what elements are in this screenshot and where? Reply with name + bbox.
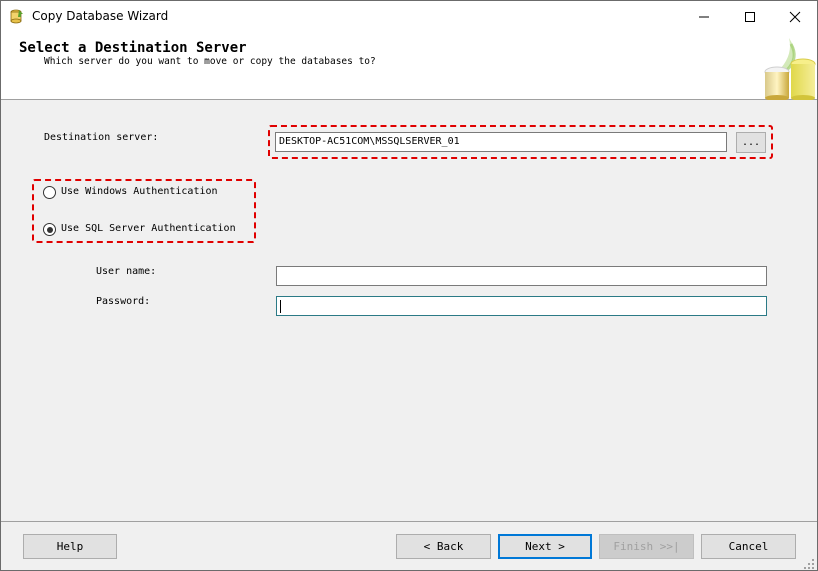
username-label: User name: <box>96 266 157 277</box>
cancel-button[interactable]: Cancel <box>701 534 796 559</box>
wizard-app-icon <box>9 8 25 24</box>
text-caret <box>280 300 281 313</box>
window-title: Copy Database Wizard <box>32 9 169 23</box>
title-bar: Copy Database Wizard <box>1 1 817 32</box>
auth-highlight-box <box>32 179 256 243</box>
wizard-header: Select a Destination Server Which server… <box>1 32 817 100</box>
close-icon <box>789 11 801 22</box>
finish-button: Finish >>| <box>599 534 694 559</box>
username-input[interactable] <box>276 266 767 286</box>
password-label: Password: <box>96 296 151 307</box>
database-graphic-icon <box>764 38 816 100</box>
destination-server-label: Destination server: <box>44 132 159 143</box>
back-button[interactable]: < Back <box>396 534 491 559</box>
minimize-icon <box>699 16 709 17</box>
maximize-icon <box>745 11 755 22</box>
page-title: Select a Destination Server <box>19 40 247 56</box>
minimize-button[interactable] <box>681 1 727 32</box>
close-button[interactable] <box>772 1 818 32</box>
next-button[interactable]: Next > <box>498 534 592 559</box>
page-subtitle: Which server do you want to move or copy… <box>44 56 376 67</box>
footer-divider <box>1 521 817 522</box>
maximize-button[interactable] <box>727 1 773 32</box>
help-button[interactable]: Help <box>23 534 117 559</box>
resize-grip-icon[interactable] <box>803 558 815 570</box>
copy-database-wizard-window: Copy Database Wizard Select a Destinatio… <box>0 0 818 571</box>
destination-highlight-box <box>268 125 773 159</box>
password-input[interactable] <box>276 296 767 316</box>
